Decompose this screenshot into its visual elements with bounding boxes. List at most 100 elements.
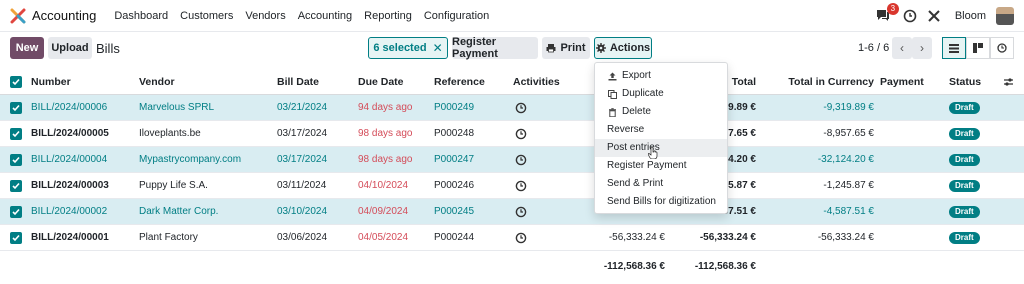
due-date: 98 days ago (358, 154, 413, 165)
table-row[interactable]: BILL/2024/00005 Iloveplants.be 03/17/202… (0, 121, 1024, 147)
status-badge: Draft (949, 180, 980, 192)
accounting-app-icon[interactable] (10, 8, 26, 24)
row-checkbox[interactable] (10, 232, 22, 244)
row-checkbox[interactable] (10, 180, 22, 192)
menu-item-register-payment[interactable]: Register Payment (595, 157, 727, 175)
menu-item-reverse[interactable]: Reverse (595, 121, 727, 139)
reference: P000247 (434, 154, 475, 165)
upload-button[interactable]: Upload (48, 37, 92, 59)
header-bill-date[interactable]: Bill Date (277, 69, 319, 95)
checkmark-icon (12, 156, 20, 164)
due-date: 04/10/2024 (358, 180, 409, 191)
activity-clock-icon[interactable] (515, 232, 527, 244)
vendor-name: Dark Matter Corp. (139, 206, 219, 217)
table-row[interactable]: BILL/2024/00003 Puppy Life S.A. 03/11/20… (0, 173, 1024, 199)
menu-item-label: Delete (622, 106, 651, 117)
menu-item-label: Export (622, 70, 651, 81)
menu-customers[interactable]: Customers (180, 10, 233, 22)
checkmark-icon (12, 182, 20, 190)
activity-clock-icon[interactable] (515, 206, 527, 218)
pager-value[interactable]: 1-6 / 6 (858, 42, 889, 54)
status-badge: Draft (949, 232, 980, 244)
menu-accounting[interactable]: Accounting (298, 10, 352, 22)
header-payment[interactable]: Payment (880, 69, 924, 95)
table-row[interactable]: BILL/2024/00002 Dark Matter Corp. 03/10/… (0, 199, 1024, 225)
activity-clock-icon[interactable] (515, 154, 527, 166)
menu-item-duplicate[interactable]: Duplicate (595, 85, 727, 103)
menu-dashboard[interactable]: Dashboard (114, 10, 168, 22)
row-checkbox[interactable] (10, 154, 22, 166)
total-in-currency: -56,333.24 € (817, 232, 874, 243)
clear-selection-icon[interactable]: ✕ (433, 41, 443, 55)
table-row[interactable]: BILL/2024/00001 Plant Factory 03/06/2024… (0, 225, 1024, 251)
clock-icon[interactable] (903, 9, 917, 23)
register-payment-button[interactable]: Register Payment (452, 36, 538, 60)
select-all-checkbox[interactable] (10, 76, 22, 88)
status-badge: Draft (949, 206, 980, 218)
new-button[interactable]: New (10, 37, 44, 59)
tools-icon[interactable] (927, 9, 941, 23)
vendor-name: Marvelous SPRL (139, 102, 215, 113)
print-label: Print (560, 42, 586, 54)
vendor-name: Plant Factory (139, 232, 198, 243)
untaxed-amount: -56,333.24 € (608, 232, 665, 243)
menu-item-delete[interactable]: Delete (595, 103, 727, 121)
due-date: 04/09/2024 (358, 206, 409, 217)
due-date: 94 days ago (358, 102, 413, 113)
app-name[interactable]: Accounting (32, 8, 96, 23)
activity-clock-icon[interactable] (515, 102, 527, 114)
control-panel: New Upload Bills 6 selected ✕ Register P… (0, 32, 1024, 64)
kanban-icon (973, 43, 983, 53)
header-status[interactable]: Status (949, 69, 981, 95)
pager-previous-button[interactable]: ‹ (892, 37, 912, 59)
header-due-date[interactable]: Due Date (358, 69, 404, 95)
chevron-right-icon: › (920, 41, 924, 55)
gear-icon (595, 43, 606, 53)
menu-item-label: Send Bills for digitization (607, 196, 716, 207)
chat-count-badge: 3 (886, 3, 899, 15)
chat-button[interactable]: 3 (875, 3, 899, 25)
status-badge: Draft (949, 128, 980, 140)
pager-next-button[interactable]: › (912, 37, 932, 59)
menu-item-send-print[interactable]: Send & Print (595, 175, 727, 193)
clock-icon (997, 43, 1007, 53)
row-checkbox[interactable] (10, 206, 22, 218)
vendor-name: Mypastrycompany.com (139, 154, 242, 165)
menu-item-label: Reverse (607, 124, 645, 135)
header-total-currency[interactable]: Total in Currency (770, 69, 874, 95)
footer-total: -112,568.36 € (694, 261, 756, 272)
table-row[interactable]: BILL/2024/00006 Marvelous SPRL 03/21/202… (0, 95, 1024, 121)
reference: P000249 (434, 102, 475, 113)
bill-number: BILL/2024/00002 (31, 206, 108, 217)
header-activities[interactable]: Activities (513, 69, 560, 95)
kanban-view-button[interactable] (966, 37, 990, 59)
row-checkbox[interactable] (10, 128, 22, 140)
bill-date: 03/17/2024 (277, 154, 328, 165)
header-number[interactable]: Number (31, 69, 71, 95)
selection-button[interactable]: 6 selected ✕ (368, 37, 448, 59)
checkmark-icon (12, 130, 20, 138)
checkmark-icon (12, 208, 20, 216)
column-settings-icon[interactable] (1003, 77, 1014, 87)
row-checkbox[interactable] (10, 102, 22, 114)
activity-clock-icon[interactable] (515, 128, 527, 140)
list-view-button[interactable] (942, 37, 966, 59)
reference: P000248 (434, 128, 475, 139)
activity-view-button[interactable] (990, 37, 1014, 59)
trash-icon (607, 107, 617, 117)
activity-clock-icon[interactable] (515, 180, 527, 192)
header-vendor[interactable]: Vendor (139, 69, 175, 95)
menu-item-export[interactable]: Export (595, 67, 727, 85)
print-button[interactable]: Print (542, 37, 590, 59)
company-name[interactable]: Bloom (955, 10, 986, 22)
menu-item-send-digitization[interactable]: Send Bills for digitization (595, 193, 727, 211)
menu-item-post-entries[interactable]: Post entries (595, 139, 727, 157)
vendor-name: Puppy Life S.A. (139, 180, 208, 191)
table-row[interactable]: BILL/2024/00004 Mypastrycompany.com 03/1… (0, 147, 1024, 173)
actions-button[interactable]: Actions (594, 37, 652, 59)
menu-vendors[interactable]: Vendors (245, 10, 285, 22)
menu-reporting[interactable]: Reporting (364, 10, 412, 22)
menu-configuration[interactable]: Configuration (424, 10, 489, 22)
header-reference[interactable]: Reference (434, 69, 485, 95)
user-avatar[interactable] (996, 7, 1014, 25)
